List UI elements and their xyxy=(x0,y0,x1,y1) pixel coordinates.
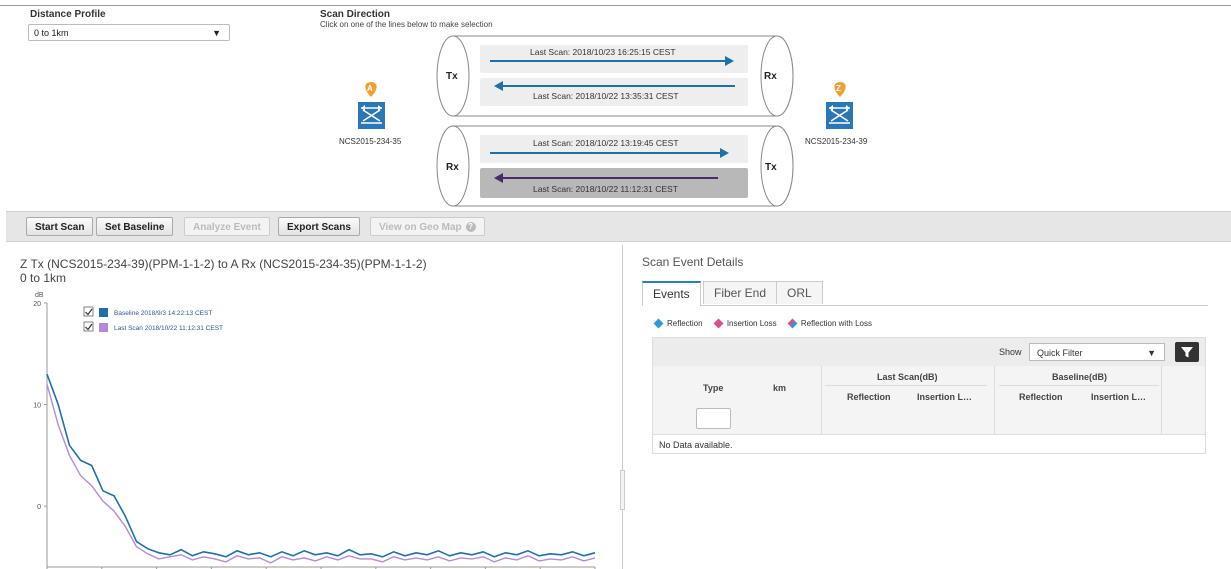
y-tick-label: 10 xyxy=(33,403,41,410)
help-icon: ? xyxy=(465,222,476,233)
series-line-1 xyxy=(46,384,596,564)
export-scans-button[interactable]: Export Scans xyxy=(278,217,360,236)
col-last-scan-insertion-loss[interactable]: Insertion L… xyxy=(917,392,972,402)
quick-filter-select[interactable]: Quick Filter ▼ xyxy=(1029,343,1165,361)
set-baseline-button[interactable]: Set Baseline xyxy=(96,217,174,236)
legend-reflection-with-loss-label: Reflection with Loss xyxy=(800,319,873,328)
legend-label: Last Scan 2018/10/22 11:12:31 CEST xyxy=(114,325,223,332)
distance-profile-label: Distance Profile xyxy=(30,9,106,20)
y-axis-unit: dB xyxy=(35,292,44,299)
splitter-handle[interactable] xyxy=(620,470,625,510)
no-data-message: No Data available. xyxy=(659,440,733,450)
diamond-icon xyxy=(653,318,664,329)
legend-label: Baseline 2018/9/3 14:22:13 CEST xyxy=(114,310,212,317)
chevron-down-icon: ▼ xyxy=(1147,348,1156,358)
col-baseline: Baseline(dB) xyxy=(1052,372,1108,382)
type-filter-input[interactable] xyxy=(696,408,731,429)
quick-filter-value: Quick Filter xyxy=(1037,348,1083,358)
legend-insertion-loss: Insertion Loss xyxy=(713,318,777,329)
otdr-trace-chart: dB 20 10 0 Baseline 2018/9/3 14:22:13 CEST La… xyxy=(33,292,596,569)
legend-swatch xyxy=(99,323,108,332)
scan-direction-instruction: Click on one of the lines below to make … xyxy=(320,20,493,29)
col-baseline-reflection[interactable]: Reflection xyxy=(1019,392,1063,402)
chevron-down-icon: ▼ xyxy=(212,28,221,38)
analyze-event-button[interactable]: Analyze Event xyxy=(184,217,270,236)
fiber1-forward-line[interactable]: Last Scan: 2018/10/23 16:25:15 CEST xyxy=(480,45,748,73)
chart-subtitle: 0 to 1km xyxy=(20,271,67,285)
node-z[interactable]: Z xyxy=(826,82,853,129)
chart-title: Z Tx (NCS2015-234-39)(PPM-1-1-2) to A Rx… xyxy=(20,257,427,271)
fiber1-forward-label: Last Scan: 2018/10/23 16:25:15 CEST xyxy=(530,47,676,57)
legend-swatch xyxy=(99,308,108,317)
tab-fiber-end[interactable]: Fiber End xyxy=(703,281,778,304)
col-type[interactable]: Type xyxy=(703,383,723,393)
node-a[interactable]: A xyxy=(358,82,385,129)
diamond-icon xyxy=(787,318,798,329)
grid-toolbar: Show Quick Filter ▼ xyxy=(653,338,1205,367)
fiber2-left-port: Rx xyxy=(446,162,459,173)
fiber1-left-port: Tx xyxy=(446,71,458,82)
fiber1-right-port: Rx xyxy=(764,71,777,82)
node-a-pin-label: A xyxy=(367,84,373,93)
diamond-icon xyxy=(713,318,724,329)
legend-reflection-with-loss: Reflection with Loss xyxy=(787,318,873,329)
view-geo-map-label: View on Geo Map xyxy=(379,222,462,233)
col-baseline-insertion-loss[interactable]: Insertion L… xyxy=(1091,392,1146,402)
node-z-pin-label: Z xyxy=(836,84,841,93)
col-km[interactable]: km xyxy=(773,383,786,393)
col-last-scan-reflection[interactable]: Reflection xyxy=(847,392,891,402)
fiber2-backward-label: Last Scan: 2018/10/22 11:12:31 CEST xyxy=(533,184,678,194)
view-geo-map-button[interactable]: View on Geo Map? xyxy=(370,217,485,236)
scan-direction-diagram: Tx Rx Last Scan: 2018/10/23 16:25:15 CES… xyxy=(358,35,853,207)
filter-icon xyxy=(1181,347,1193,358)
series-line-0 xyxy=(46,373,596,558)
col-last-scan: Last Scan(dB) xyxy=(877,372,938,382)
events-grid: Show Quick Filter ▼ Type km Last Scan(dB… xyxy=(652,337,1206,454)
fiber2-backward-line-selected[interactable]: Last Scan: 2018/10/22 11:12:31 CEST xyxy=(480,168,748,198)
distance-profile-select[interactable]: 0 to 1km ▼ xyxy=(28,24,230,41)
panel-divider xyxy=(622,245,623,569)
start-scan-button[interactable]: Start Scan xyxy=(26,217,94,236)
event-tabs: Events Fiber End ORL xyxy=(642,281,1208,306)
legend-insertion-loss-label: Insertion Loss xyxy=(726,319,777,328)
distance-profile-value: 0 to 1km xyxy=(34,28,69,38)
y-tick-label: 0 xyxy=(37,504,41,511)
tab-events[interactable]: Events xyxy=(642,281,701,306)
scan-event-details-title: Scan Event Details xyxy=(642,255,744,269)
legend-reflection-label: Reflection xyxy=(667,319,703,328)
scan-toolbar: Start Scan Set Baseline Analyze Event Ex… xyxy=(6,211,1231,242)
y-tick-label: 20 xyxy=(33,301,41,308)
top-rule xyxy=(0,5,1231,6)
node-a-name: NCS2015-234-35 xyxy=(339,137,402,146)
grid-column-headers: Type km Last Scan(dB) Reflection Inserti… xyxy=(653,366,1205,435)
scan-direction-label: Scan Direction xyxy=(320,9,391,20)
event-type-legend: Reflection Insertion Loss Reflection wit… xyxy=(653,318,882,329)
node-z-name: NCS2015-234-39 xyxy=(805,137,868,146)
fiber2-forward-line[interactable]: Last Scan: 2018/10/22 13:19:45 CEST xyxy=(480,135,748,163)
fiber2-forward-label: Last Scan: 2018/10/22 13:19:45 CEST xyxy=(533,138,679,148)
show-label: Show xyxy=(999,347,1022,357)
filter-button[interactable] xyxy=(1175,342,1199,362)
fiber1-backward-label: Last Scan: 2018/10/22 13:35:31 CEST xyxy=(533,91,679,101)
legend-reflection: Reflection xyxy=(653,318,703,329)
tab-orl[interactable]: ORL xyxy=(776,281,823,304)
fiber2-right-port: Tx xyxy=(765,162,777,173)
fiber1-backward-line[interactable]: Last Scan: 2018/10/22 13:35:31 CEST xyxy=(480,78,748,106)
